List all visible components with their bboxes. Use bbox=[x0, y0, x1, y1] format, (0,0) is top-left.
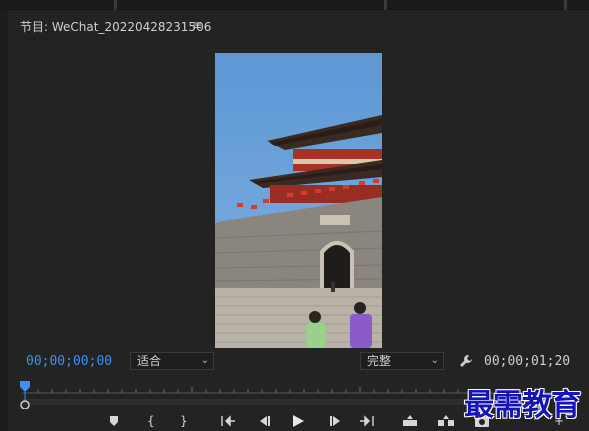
step-forward-icon[interactable] bbox=[329, 415, 343, 429]
extract-icon[interactable] bbox=[437, 415, 455, 429]
playback-resolution-select[interactable]: 完整 ⌄ bbox=[360, 352, 444, 370]
mark-in-icon[interactable]: { bbox=[147, 415, 155, 427]
panel-divider bbox=[384, 0, 387, 10]
monitor-controls-row: 00;00;00;00 适合 ⌄ 完整 ⌄ 00;00;01;20 bbox=[8, 351, 589, 377]
watermark-logo: 最需教育 bbox=[464, 388, 581, 423]
video-frame bbox=[215, 53, 382, 348]
program-monitor-title[interactable]: 节目: WeChat_20220428231506 bbox=[20, 18, 211, 35]
program-monitor-viewer[interactable] bbox=[8, 41, 589, 351]
lift-icon[interactable] bbox=[402, 415, 418, 429]
duration-timecode: 00;00;01;20 bbox=[484, 354, 571, 369]
go-to-out-icon[interactable] bbox=[359, 415, 375, 429]
zoom-level-select[interactable]: 适合 ⌄ bbox=[130, 352, 214, 370]
top-panel-strip bbox=[0, 0, 589, 10]
current-timecode[interactable]: 00;00;00;00 bbox=[26, 354, 112, 369]
chevron-down-icon: ⌄ bbox=[430, 355, 439, 366]
program-monitor-header: 节目: WeChat_20220428231506 ≡ bbox=[8, 10, 589, 41]
mark-out-icon[interactable]: } bbox=[180, 415, 188, 427]
play-icon[interactable] bbox=[292, 415, 304, 429]
zoom-level-value: 适合 bbox=[137, 354, 162, 368]
go-to-in-icon[interactable] bbox=[220, 415, 236, 429]
hamburger-menu-icon[interactable]: ≡ bbox=[192, 18, 202, 32]
add-marker-icon[interactable] bbox=[109, 415, 119, 429]
step-back-icon[interactable] bbox=[257, 415, 271, 429]
panel-divider bbox=[114, 0, 117, 10]
gate-tower-photo bbox=[215, 53, 382, 348]
wrench-icon[interactable] bbox=[459, 353, 473, 372]
panel-divider bbox=[564, 0, 567, 10]
playback-resolution-value: 完整 bbox=[367, 354, 392, 368]
chevron-down-icon: ⌄ bbox=[200, 355, 209, 366]
